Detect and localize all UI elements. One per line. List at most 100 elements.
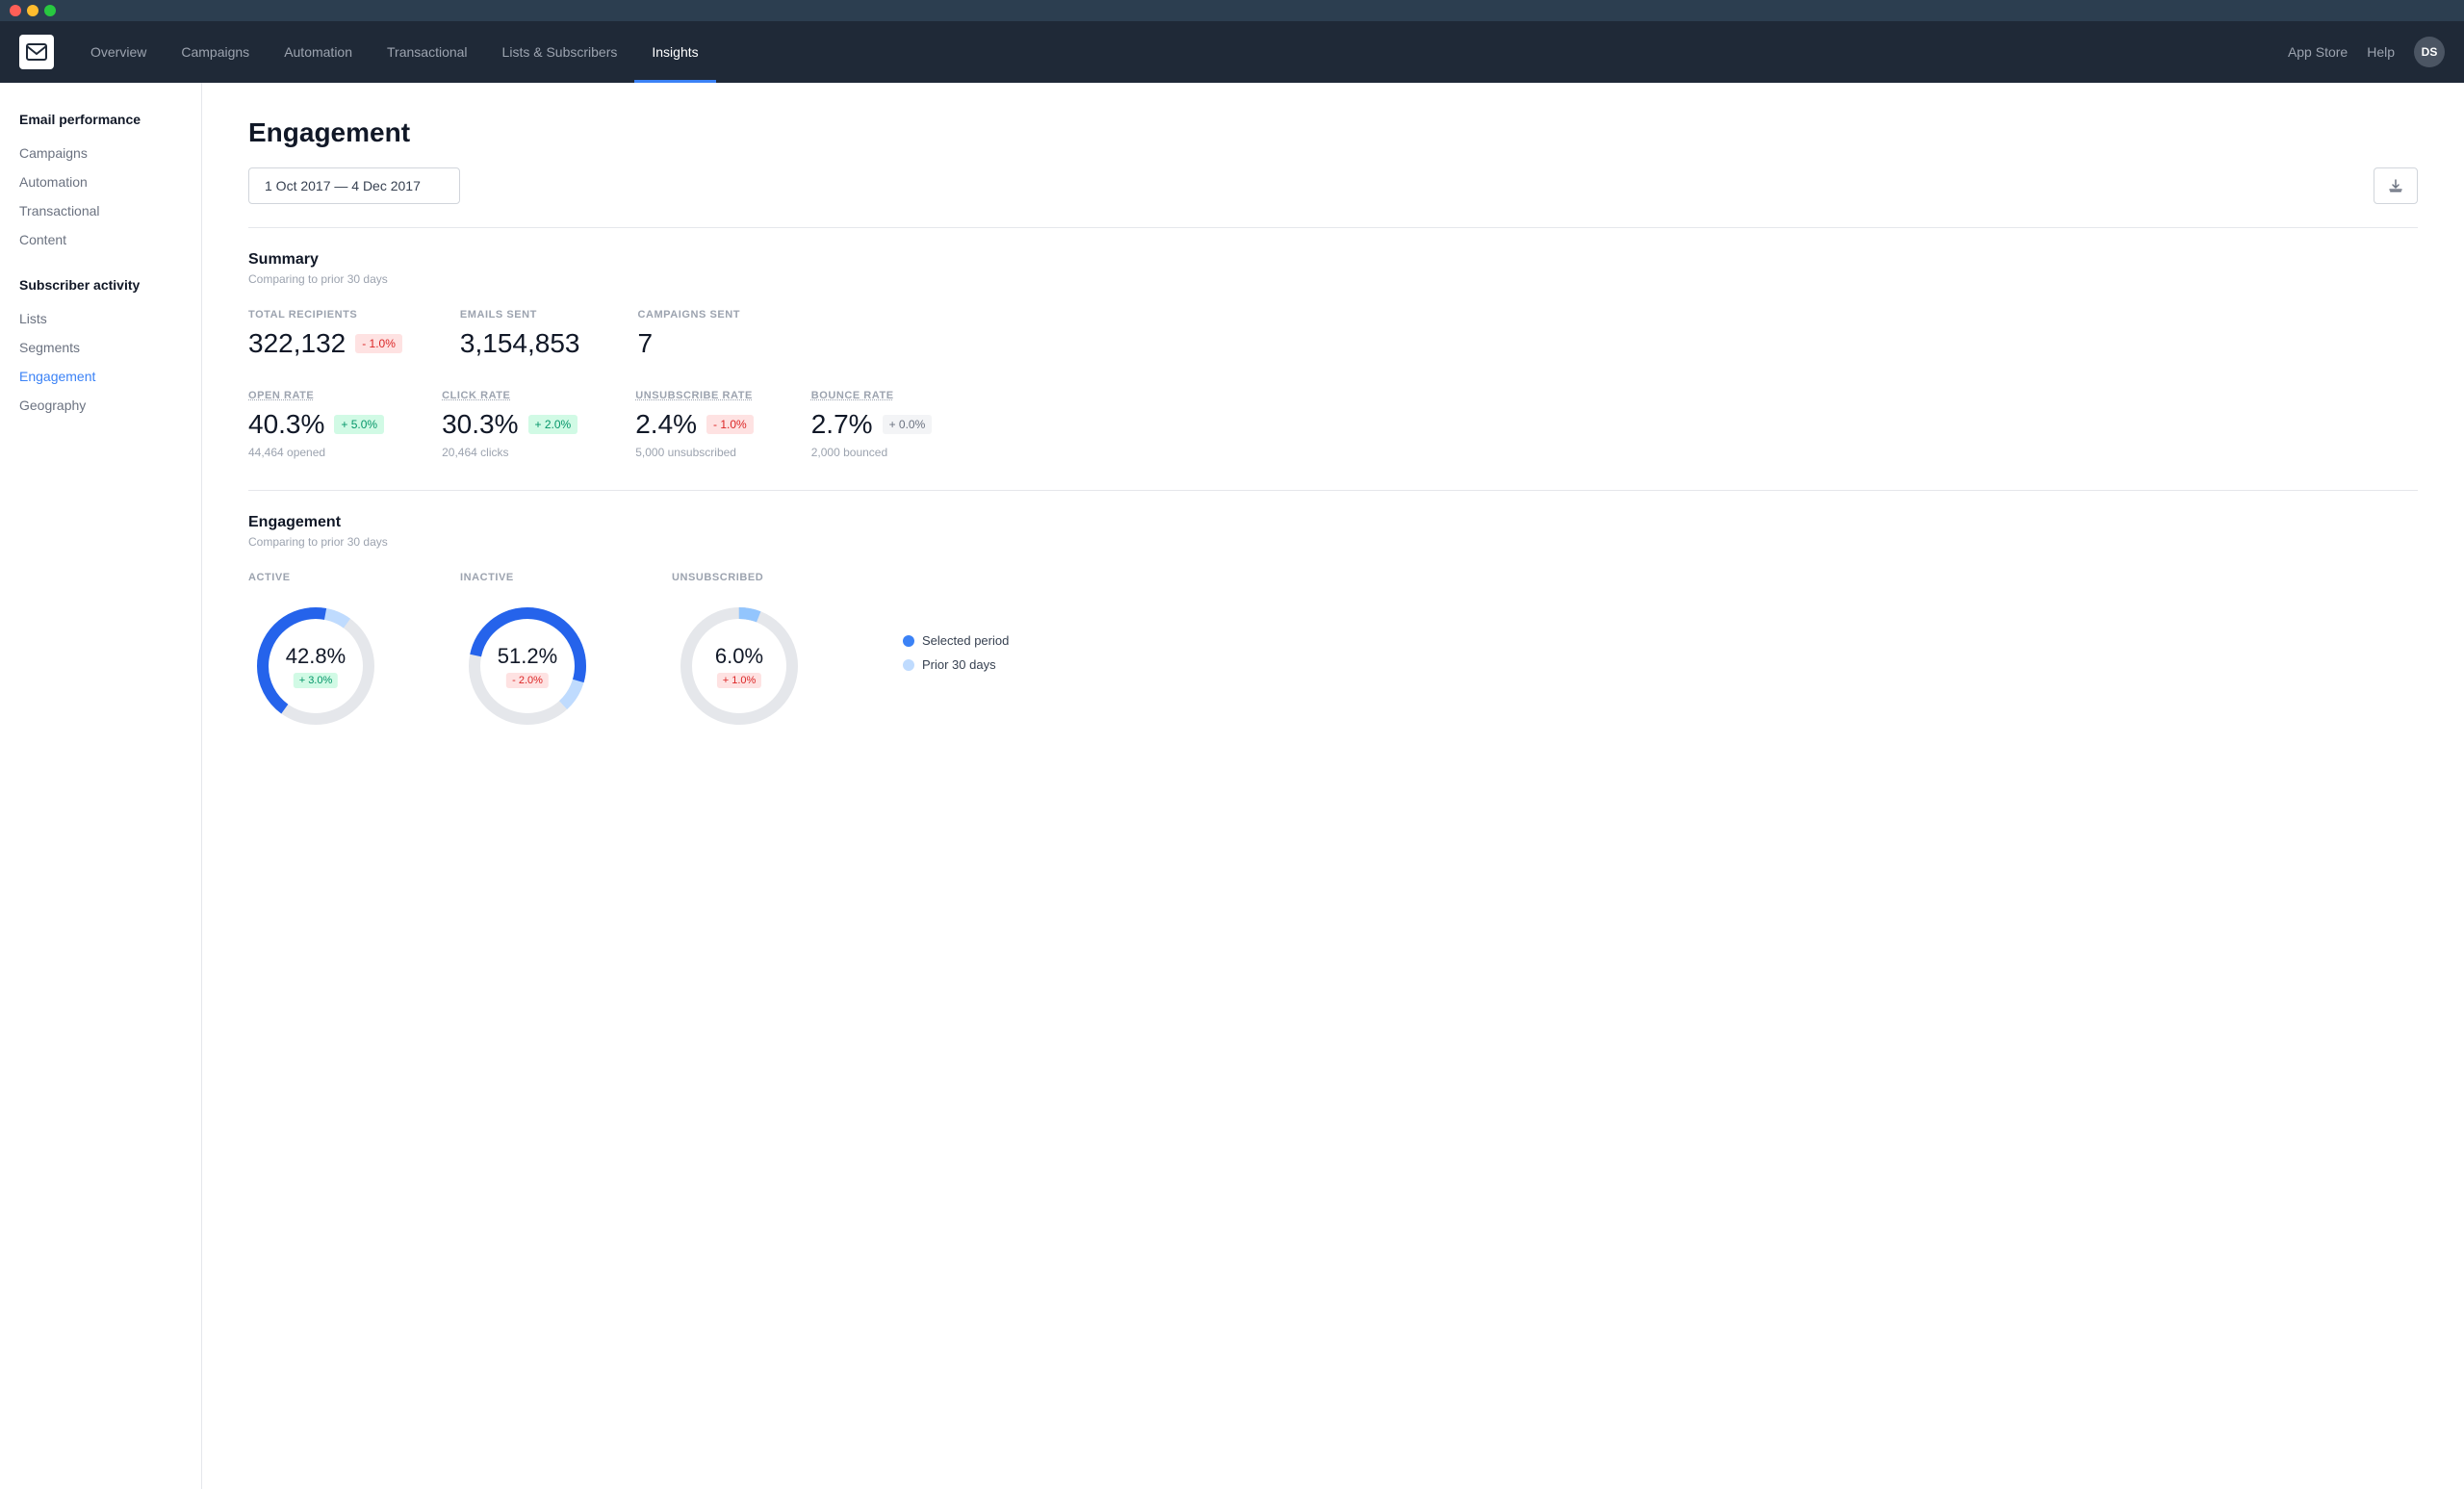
nav-app-store[interactable]: App Store bbox=[2288, 44, 2348, 60]
donut-label-active: ACTIVE bbox=[248, 572, 291, 583]
logo-icon bbox=[26, 43, 47, 61]
engagement-subtitle: Comparing to prior 30 days bbox=[248, 535, 2418, 549]
nav-help[interactable]: Help bbox=[2367, 44, 2395, 60]
stat-label-unsub: UNSUBSCRIBE RATE bbox=[635, 390, 754, 401]
donut-badge-unsubscribed: + 1.0% bbox=[717, 673, 762, 688]
stat-badge-unsub: - 1.0% bbox=[706, 415, 754, 434]
stat-value-row-recipients: 322,132 - 1.0% bbox=[248, 328, 402, 359]
donut-center-inactive: 51.2% - 2.0% bbox=[498, 644, 557, 688]
navbar: Overview Campaigns Automation Transactio… bbox=[0, 21, 2464, 83]
sidebar-item-automation[interactable]: Automation bbox=[19, 167, 182, 196]
minimize-dot[interactable] bbox=[27, 5, 38, 16]
divider-1 bbox=[248, 227, 2418, 228]
stat-label-campaigns: CAMPAIGNS SENT bbox=[637, 309, 740, 321]
donut-pct-inactive: 51.2% bbox=[498, 644, 557, 669]
stat-value-bounce: 2.7% bbox=[811, 409, 873, 440]
donut-wrapper-unsubscribed: 6.0% + 1.0% bbox=[672, 599, 807, 733]
sidebar-item-geography[interactable]: Geography bbox=[19, 391, 182, 420]
legend-item-selected: Selected period bbox=[903, 633, 1009, 648]
donut-active: ACTIVE 42.8% + 3.0% bbox=[248, 572, 383, 733]
maximize-dot[interactable] bbox=[44, 5, 56, 16]
avatar[interactable]: DS bbox=[2414, 37, 2445, 67]
nav-campaigns[interactable]: Campaigns bbox=[164, 21, 267, 83]
stat-label-recipients: TOTAL RECIPIENTS bbox=[248, 309, 402, 321]
engagement-section: Engagement Comparing to prior 30 days AC… bbox=[248, 514, 2418, 733]
donut-row: ACTIVE 42.8% + 3.0% bbox=[248, 572, 2418, 733]
legend-dot-prior bbox=[903, 659, 914, 671]
summary-title: Summary bbox=[248, 251, 2418, 269]
sidebar-item-content[interactable]: Content bbox=[19, 225, 182, 254]
titlebar bbox=[0, 0, 2464, 21]
sidebar-item-segments[interactable]: Segments bbox=[19, 333, 182, 362]
donut-label-unsubscribed: UNSUBSCRIBED bbox=[672, 572, 763, 583]
stat-badge-open: + 5.0% bbox=[334, 415, 384, 434]
donut-unsubscribed: UNSUBSCRIBED 6.0% + 1.0% bbox=[672, 572, 807, 733]
stat-value-row-click: 30.3% + 2.0% bbox=[442, 409, 578, 440]
download-icon bbox=[2388, 178, 2403, 193]
date-row: 1 Oct 2017 — 4 Dec 2017 bbox=[248, 167, 2418, 204]
donut-pct-active: 42.8% bbox=[286, 644, 346, 669]
legend-item-prior: Prior 30 days bbox=[903, 657, 1009, 672]
nav-insights[interactable]: Insights bbox=[634, 21, 715, 83]
page-title: Engagement bbox=[248, 117, 2418, 148]
donut-label-inactive: INACTIVE bbox=[460, 572, 514, 583]
layout: Email performance Campaigns Automation T… bbox=[0, 83, 2464, 1489]
stat-label-click: CLICK RATE bbox=[442, 390, 578, 401]
engagement-title: Engagement bbox=[248, 514, 2418, 531]
stat-unsubscribe-rate: UNSUBSCRIBE RATE 2.4% - 1.0% 5,000 unsub… bbox=[635, 390, 754, 459]
stat-value-recipients: 322,132 bbox=[248, 328, 346, 359]
stat-value-emails: 3,154,853 bbox=[460, 328, 580, 359]
stat-sublabel-open: 44,464 opened bbox=[248, 446, 384, 459]
legend-dot-selected bbox=[903, 635, 914, 647]
nav-overview[interactable]: Overview bbox=[73, 21, 164, 83]
legend: Selected period Prior 30 days bbox=[903, 633, 1009, 672]
nav-transactional[interactable]: Transactional bbox=[370, 21, 485, 83]
main-content: Engagement 1 Oct 2017 — 4 Dec 2017 Summa… bbox=[202, 83, 2464, 1489]
nav-right: App Store Help DS bbox=[2288, 37, 2445, 67]
sidebar-item-campaigns[interactable]: Campaigns bbox=[19, 139, 182, 167]
donut-inactive: INACTIVE 51.2% - 2.0% bbox=[460, 572, 595, 733]
stat-label-bounce: BOUNCE RATE bbox=[811, 390, 933, 401]
sidebar-section-title-email: Email performance bbox=[19, 112, 182, 127]
donut-center-unsubscribed: 6.0% + 1.0% bbox=[715, 644, 763, 688]
nav-automation[interactable]: Automation bbox=[267, 21, 370, 83]
stat-value-row-emails: 3,154,853 bbox=[460, 328, 580, 359]
summary-subtitle: Comparing to prior 30 days bbox=[248, 272, 2418, 286]
stat-emails-sent: EMAILS SENT 3,154,853 bbox=[460, 309, 580, 359]
stat-click-rate: CLICK RATE 30.3% + 2.0% 20,464 clicks bbox=[442, 390, 578, 459]
stat-campaigns-sent: CAMPAIGNS SENT 7 bbox=[637, 309, 740, 359]
legend-label-prior: Prior 30 days bbox=[922, 657, 996, 672]
stat-label-open: OPEN RATE bbox=[248, 390, 384, 401]
stat-open-rate: OPEN RATE 40.3% + 5.0% 44,464 opened bbox=[248, 390, 384, 459]
sidebar-item-transactional[interactable]: Transactional bbox=[19, 196, 182, 225]
stat-sublabel-click: 20,464 clicks bbox=[442, 446, 578, 459]
donut-badge-inactive: - 2.0% bbox=[506, 673, 549, 688]
stat-value-open: 40.3% bbox=[248, 409, 324, 440]
donut-badge-active: + 3.0% bbox=[294, 673, 339, 688]
summary-section: Summary Comparing to prior 30 days TOTAL… bbox=[248, 251, 2418, 459]
sidebar-section-title-subscriber: Subscriber activity bbox=[19, 277, 182, 293]
sidebar-section-subscriber-activity: Subscriber activity Lists Segments Engag… bbox=[19, 277, 182, 420]
stat-bounce-rate: BOUNCE RATE 2.7% + 0.0% 2,000 bounced bbox=[811, 390, 933, 459]
date-range-input[interactable]: 1 Oct 2017 — 4 Dec 2017 bbox=[248, 167, 460, 204]
nav-lists-subscribers[interactable]: Lists & Subscribers bbox=[485, 21, 635, 83]
stat-badge-bounce: + 0.0% bbox=[883, 415, 933, 434]
sidebar-item-lists[interactable]: Lists bbox=[19, 304, 182, 333]
legend-label-selected: Selected period bbox=[922, 633, 1009, 648]
stat-total-recipients: TOTAL RECIPIENTS 322,132 - 1.0% bbox=[248, 309, 402, 359]
stat-value-click: 30.3% bbox=[442, 409, 518, 440]
sidebar: Email performance Campaigns Automation T… bbox=[0, 83, 202, 1489]
stat-sublabel-unsub: 5,000 unsubscribed bbox=[635, 446, 754, 459]
donut-center-active: 42.8% + 3.0% bbox=[286, 644, 346, 688]
logo[interactable] bbox=[19, 35, 54, 69]
download-button[interactable] bbox=[2374, 167, 2418, 204]
stat-value-row-bounce: 2.7% + 0.0% bbox=[811, 409, 933, 440]
sidebar-section-email-performance: Email performance Campaigns Automation T… bbox=[19, 112, 182, 254]
close-dot[interactable] bbox=[10, 5, 21, 16]
stat-label-emails: EMAILS SENT bbox=[460, 309, 580, 321]
stat-badge-click: + 2.0% bbox=[528, 415, 578, 434]
stat-sublabel-bounce: 2,000 bounced bbox=[811, 446, 933, 459]
stat-value-unsub: 2.4% bbox=[635, 409, 697, 440]
sidebar-item-engagement[interactable]: Engagement bbox=[19, 362, 182, 391]
stat-badge-recipients: - 1.0% bbox=[355, 334, 402, 353]
